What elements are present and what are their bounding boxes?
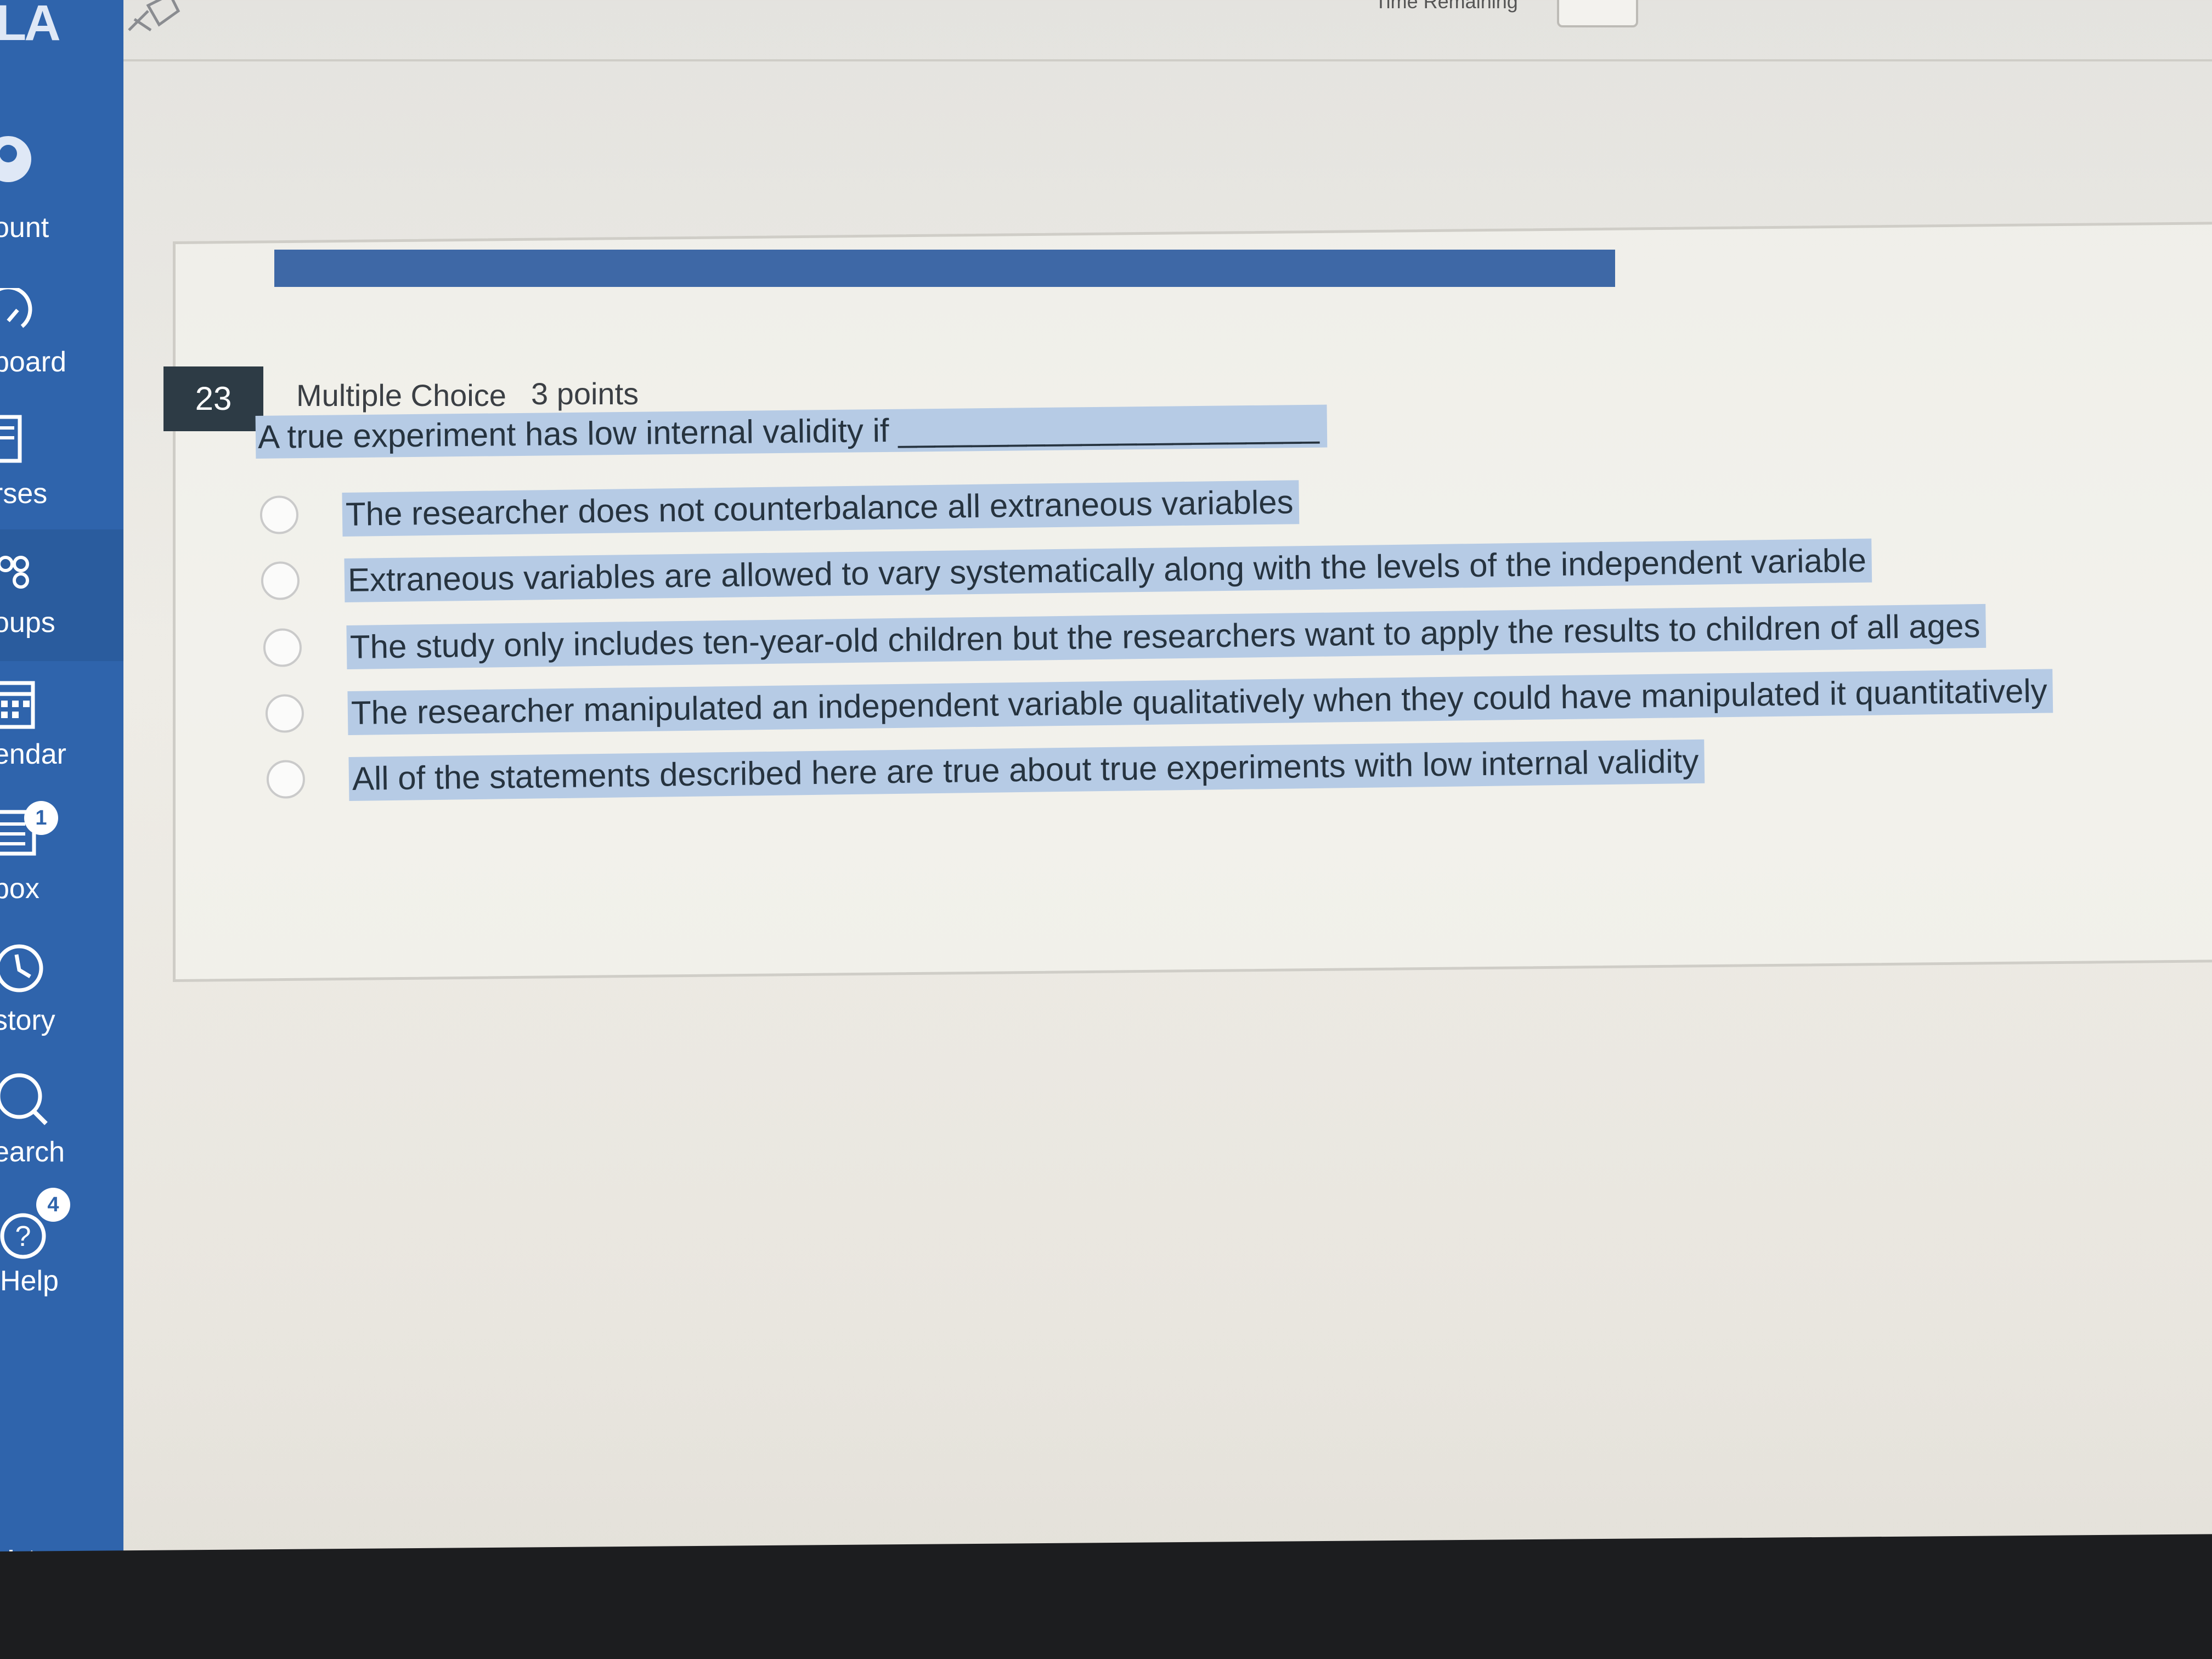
nav-item-label: endar [0, 738, 66, 770]
nav-item-courses[interactable]: rses [0, 398, 123, 529]
global-navigation: LA ount board rses [0, 0, 123, 1610]
nav-item-dashboard[interactable]: board [0, 263, 123, 395]
nav-item-label: story [0, 1005, 55, 1036]
quiz-header [123, 0, 2212, 61]
logo[interactable]: LA [0, 0, 61, 52]
question-number: 23 [163, 366, 263, 431]
monitor-bezel-bottom [0, 1610, 2212, 1659]
account-icon [0, 129, 60, 189]
inbox-unread-badge: 1 [24, 801, 58, 835]
calendar-icon [0, 678, 60, 738]
nav-item-label: board [0, 346, 66, 378]
question-points: 3 points [531, 376, 639, 411]
help-notification-badge: 4 [36, 1188, 70, 1222]
nav-item-history[interactable]: story [0, 924, 123, 1056]
nav-item-label: Help [0, 1265, 59, 1297]
nav-item-label: ount [0, 212, 49, 244]
nav-item-label: box [0, 873, 40, 905]
nav-item-calendar[interactable]: endar [0, 661, 123, 793]
question-type: Multiple Choice [296, 378, 506, 413]
question-card [173, 221, 2212, 983]
nav-item-search[interactable]: earch [0, 1056, 123, 1188]
time-remaining-label: Time Remaining [1375, 0, 1518, 13]
pin-icon[interactable] [126, 0, 181, 33]
svg-text:?: ? [15, 1221, 31, 1252]
nav-item-label: earch [0, 1136, 65, 1168]
nav-item-label: oups [0, 607, 55, 639]
nav-item-inbox[interactable]: 1 box [0, 793, 123, 924]
dashboard-icon [0, 285, 60, 348]
nav-item-account[interactable]: ount [0, 112, 123, 244]
search-icon [0, 1070, 60, 1130]
nav-item-groups[interactable]: oups [0, 529, 123, 661]
nav-item-label: rses [0, 478, 48, 510]
quiz-progress-bar [274, 250, 1615, 287]
timer-toggle-button[interactable] [1557, 0, 1638, 27]
history-icon [0, 938, 60, 998]
groups-icon [0, 549, 60, 609]
courses-icon [0, 411, 60, 472]
nav-item-help[interactable]: ? 4 Help [0, 1188, 123, 1319]
